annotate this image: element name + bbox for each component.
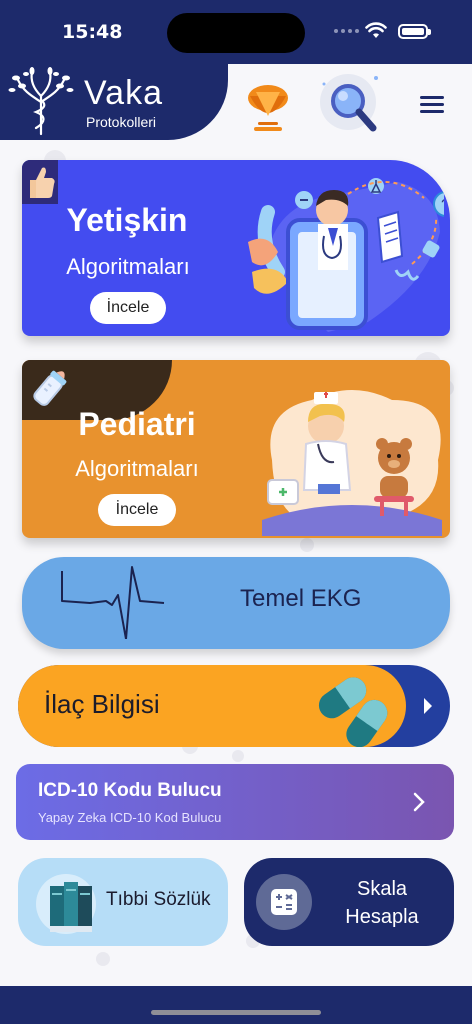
pill-icon	[318, 677, 388, 747]
drug-info-inner: İlaç Bilgisi	[18, 665, 406, 747]
calculator-icon	[256, 874, 312, 930]
home-indicator[interactable]	[151, 1010, 321, 1015]
scale-calculator-label: Skala Hesapla	[322, 875, 442, 931]
adult-card-subtitle: Algoritmaları	[66, 254, 190, 279]
trophy-icon[interactable]	[244, 82, 292, 132]
app-title: Vaka	[84, 74, 163, 112]
medical-dictionary-label: Tıbbi Sözlük	[106, 889, 211, 910]
scale-label-line2: Hesapla	[345, 906, 419, 928]
drug-info-label: İlaç Bilgisi	[44, 689, 160, 719]
thumbs-up-icon	[22, 160, 58, 204]
pediatric-inspect-button[interactable]: İncele	[98, 494, 176, 526]
scale-calculator-card[interactable]: Skala Hesapla	[244, 858, 454, 946]
dynamic-island	[167, 13, 305, 53]
drug-info-card[interactable]: İlaç Bilgisi	[18, 665, 450, 747]
icd10-finder-card[interactable]: ICD-10 Kodu Bulucu Yapay Zeka ICD-10 Kod…	[16, 764, 454, 840]
pediatric-doctor-illustration	[262, 390, 442, 536]
basic-ekg-card[interactable]: Temel EKG	[22, 557, 450, 649]
icd10-card-title: ICD-10 Kodu Bulucu	[38, 780, 222, 801]
signal-icon	[334, 29, 359, 33]
app-subtitle: Protokolleri	[86, 114, 157, 130]
adult-doctor-illustration: ?	[248, 178, 444, 332]
bottom-bar	[0, 986, 472, 1024]
bg-bubble	[300, 538, 314, 552]
pediatric-card-title: Pediatri	[78, 406, 196, 442]
adult-inspect-button[interactable]: İncele	[90, 292, 166, 324]
ekg-wave-icon	[61, 566, 165, 639]
pediatric-card-subtitle: Algoritmaları	[75, 456, 199, 481]
chevron-right-icon[interactable]	[422, 696, 434, 716]
pediatric-algorithms-card[interactable]: Pediatri Algoritmaları İncele	[22, 360, 450, 538]
status-bar: 15:48	[0, 0, 472, 64]
medical-dictionary-card[interactable]: Tıbbi Sözlük	[18, 858, 228, 946]
adult-card-title: Yetişkin	[66, 202, 188, 238]
battery-icon	[398, 24, 431, 39]
bg-bubble	[96, 952, 110, 966]
app-header: Vaka Protokolleri	[0, 64, 228, 140]
icd10-card-subtitle: Yapay Zeka ICD-10 Kod Bulucu	[38, 810, 222, 825]
adult-algorithms-card[interactable]: Yetişkin Algoritmaları İncele ?	[22, 160, 450, 336]
status-time: 15:48	[62, 21, 123, 43]
books-icon	[36, 874, 96, 934]
search-icon[interactable]	[318, 72, 384, 140]
basic-ekg-label: Temel EKG	[240, 585, 362, 612]
menu-icon[interactable]	[420, 96, 444, 114]
main-content: Vaka Protokolleri Yetişkin Algoritmaları…	[0, 64, 472, 986]
caduceus-tree-icon	[8, 67, 74, 136]
chevron-right-icon[interactable]	[412, 792, 426, 812]
bg-bubble	[232, 750, 244, 762]
svg-text:?: ?	[441, 197, 444, 214]
scale-label-line1: Skala	[356, 878, 408, 900]
wifi-icon	[365, 22, 387, 38]
